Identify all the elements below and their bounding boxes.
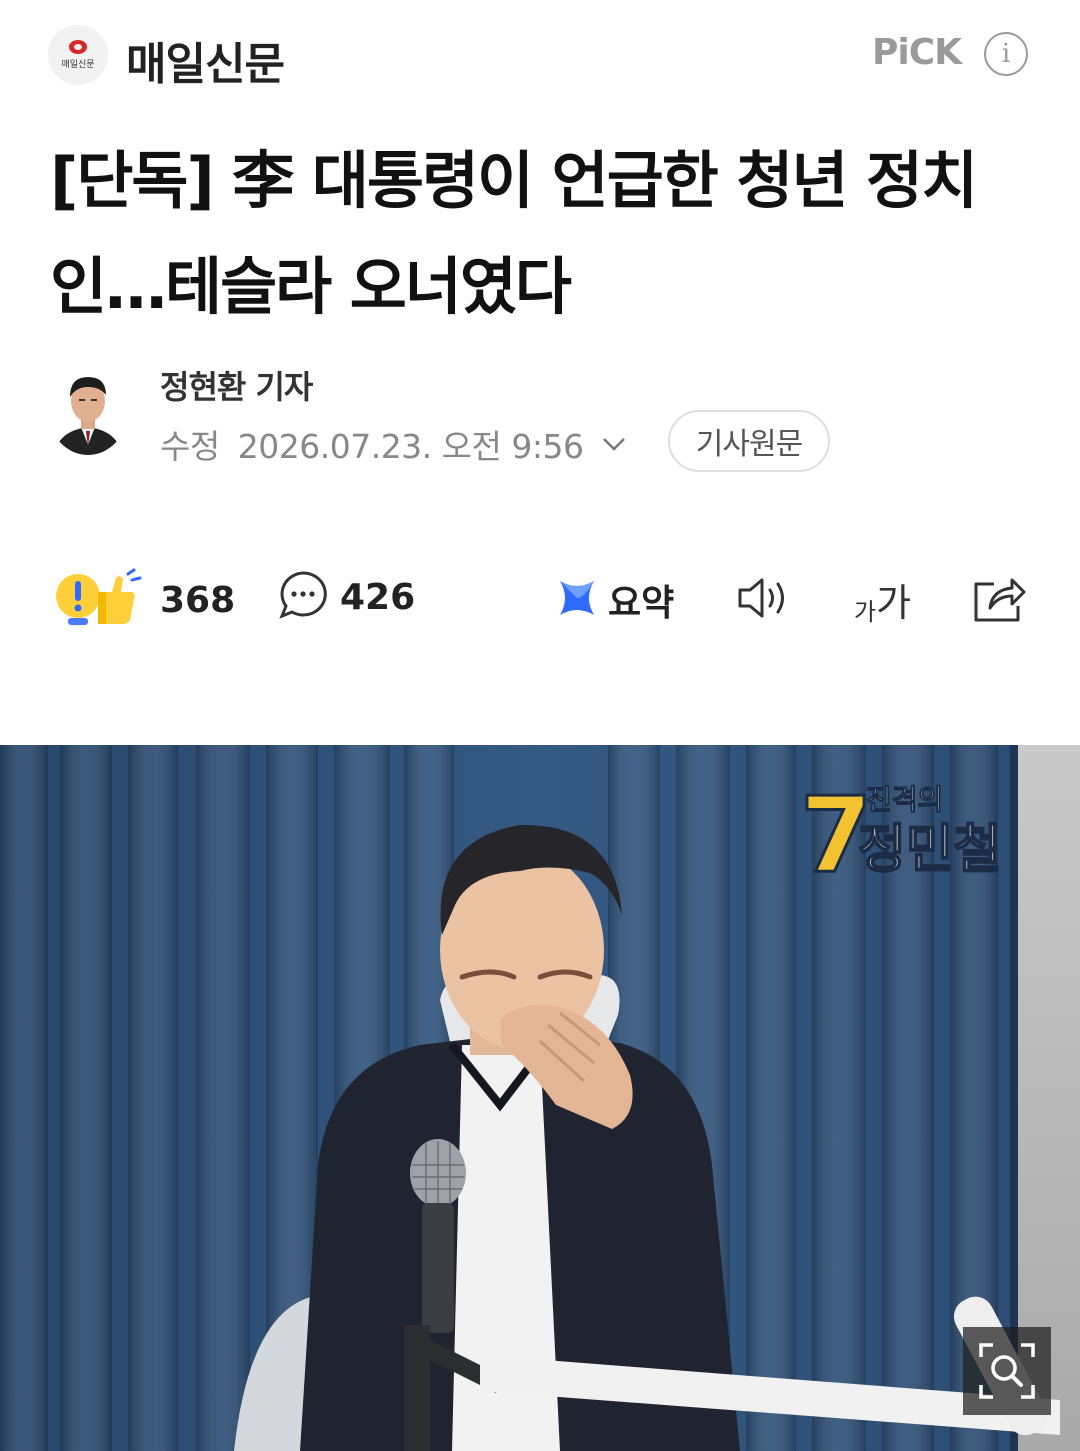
article-header: 매일신문 매일신문 PiCK i <box>0 0 1080 110</box>
original-article-button[interactable]: 기사원문 <box>668 410 830 472</box>
article-meta: 수정 2026.07.23. 오전 9:56 <box>160 420 626 468</box>
info-icon[interactable]: i <box>984 32 1028 76</box>
speaker-icon <box>736 576 794 624</box>
font-size-icon: 가 가 <box>854 572 911 627</box>
share-button[interactable] <box>972 572 1028 628</box>
summary-button[interactable]: 요약 <box>556 574 674 626</box>
comment-button[interactable]: 426 <box>278 570 415 624</box>
font-size-button[interactable]: 가 가 <box>854 572 911 627</box>
pick-badge: PiCK <box>872 32 962 73</box>
reporter-avatar[interactable] <box>48 365 128 455</box>
timestamp: 2026.07.23. 오전 9:56 <box>237 427 584 466</box>
overlay-name: 정민철 <box>858 820 1002 880</box>
reporter-name[interactable]: 정현환 기자 <box>160 362 313 408</box>
font-size-small: 가 <box>854 598 877 626</box>
press-logo-mark-icon <box>69 40 87 54</box>
article-photo[interactable]: 7 진격의 정민철 <box>0 745 1080 1451</box>
comment-count: 426 <box>340 576 416 618</box>
article-toolbar: 368 426 요약 가 가 <box>0 560 1080 640</box>
zoom-icon[interactable] <box>963 1327 1051 1415</box>
reaction-count: 368 <box>160 579 236 621</box>
press-name[interactable]: 매일신문 <box>126 28 285 92</box>
press-logo-text: 매일신문 <box>61 60 95 70</box>
speaker-button[interactable] <box>736 576 794 624</box>
font-size-large: 가 <box>876 581 912 625</box>
reaction-icon <box>54 568 148 632</box>
reaction-button[interactable]: 368 <box>54 568 235 632</box>
chevron-down-icon[interactable] <box>601 434 626 454</box>
comment-icon <box>278 570 328 624</box>
share-icon <box>972 572 1028 628</box>
summary-icon <box>556 577 598 623</box>
article-headline: [단독] 李 대통령이 언급한 청년 정치인…테슬라 오너였다 <box>50 144 978 323</box>
summary-label: 요약 <box>608 583 675 624</box>
press-logo[interactable]: 매일신문 <box>48 25 108 85</box>
overlay-subtitle: 진격의 <box>866 783 943 816</box>
edit-label: 수정 <box>160 427 220 466</box>
